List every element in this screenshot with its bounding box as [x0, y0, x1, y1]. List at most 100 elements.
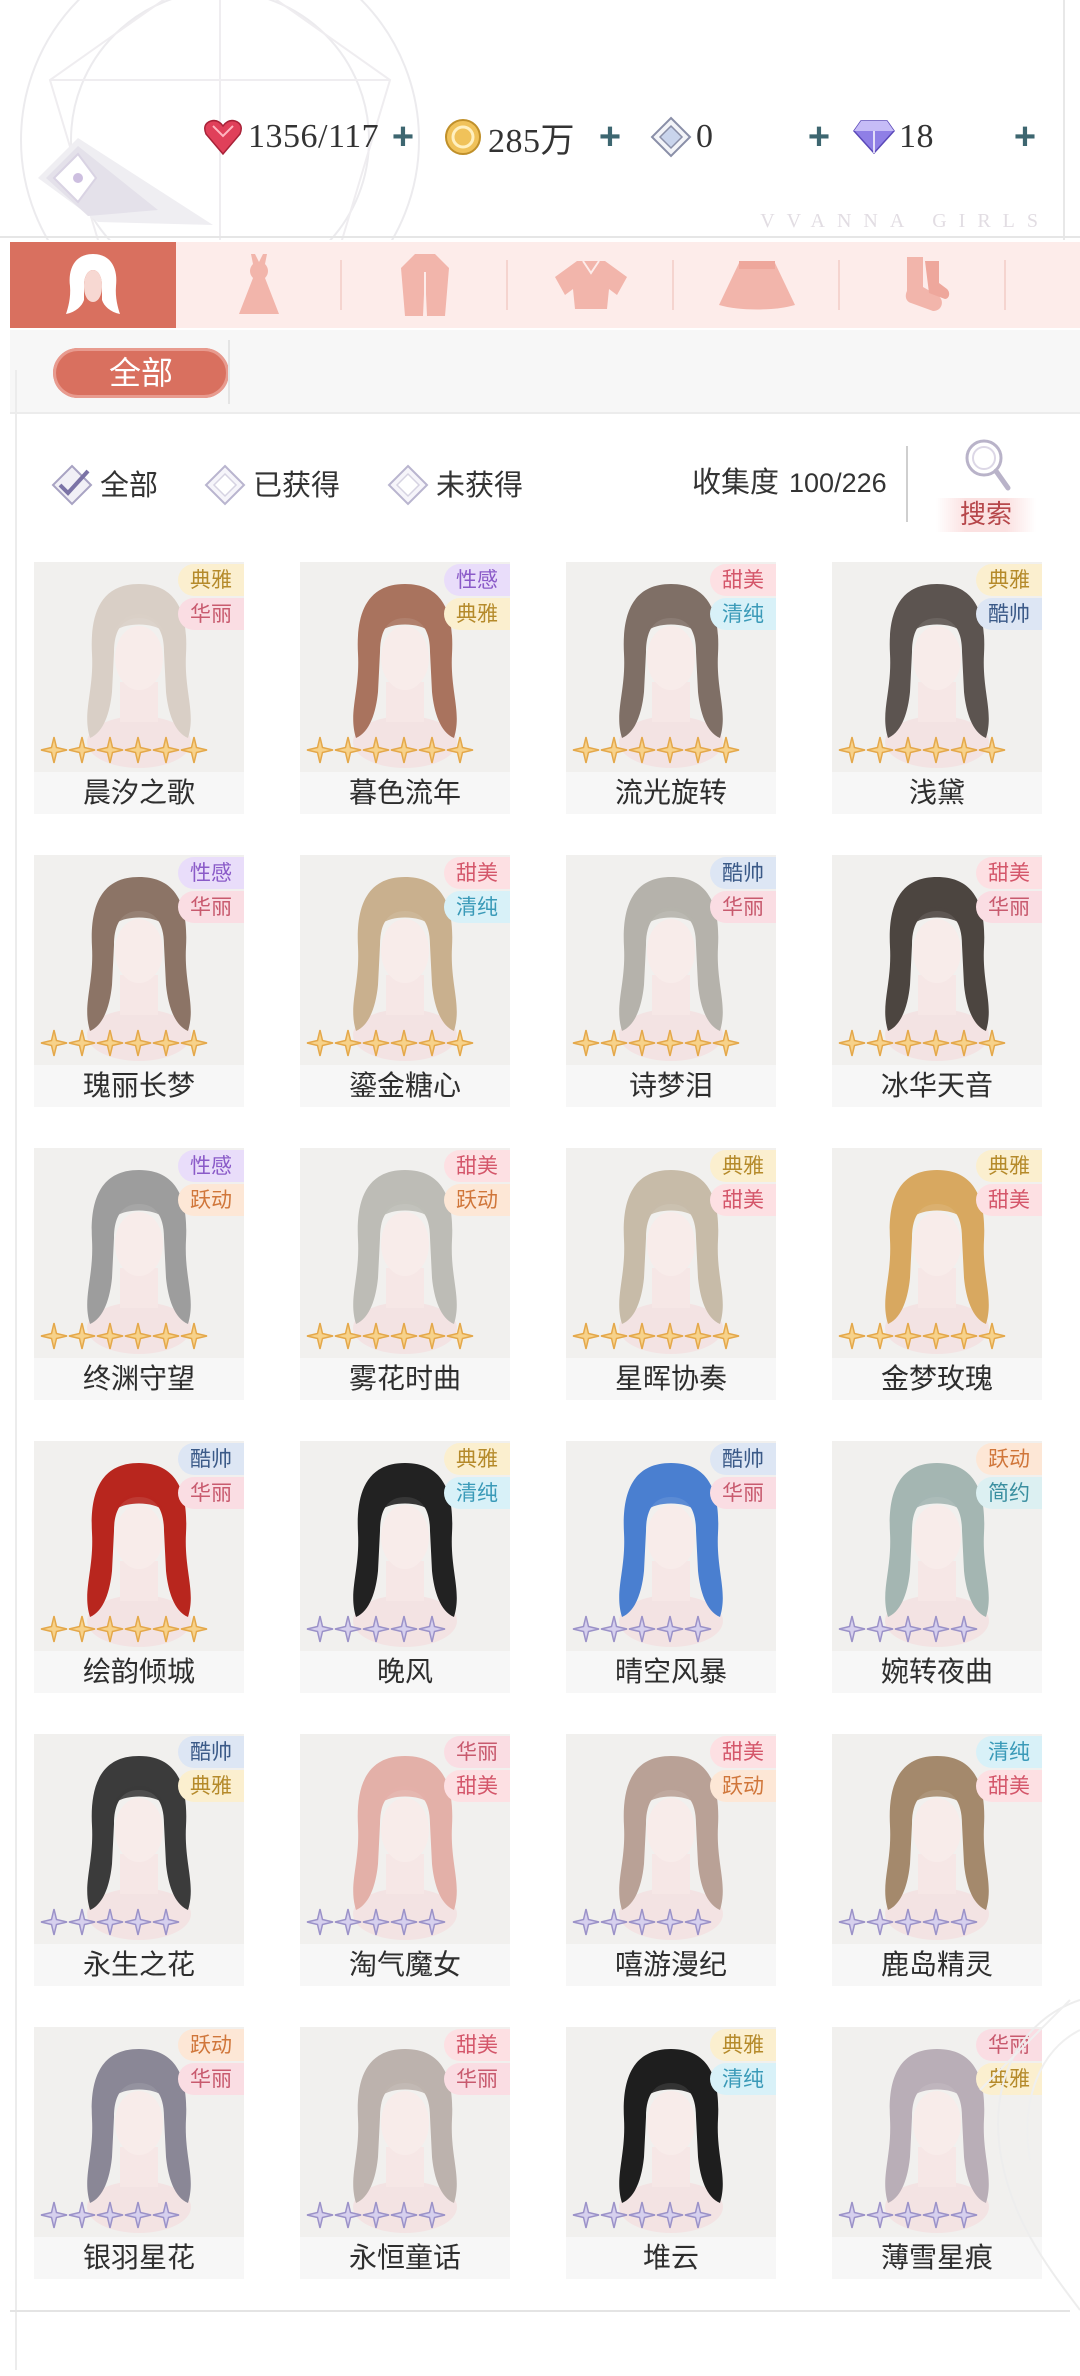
star-icon	[96, 1322, 124, 1350]
filter-owned[interactable]: 已获得	[203, 458, 340, 508]
add-diamond-button[interactable]: +	[1005, 112, 1045, 162]
star-icon	[600, 2201, 628, 2229]
checked-diamond-icon	[50, 463, 93, 506]
hair-item-card[interactable]: 典雅 酷帅 浅黛	[832, 562, 1042, 814]
hair-item-card[interactable]: 跃动 华丽 银羽星花	[34, 2027, 244, 2279]
hair-item-card[interactable]: 酷帅 华丽 晴空风暴	[566, 1441, 776, 1693]
star-icon	[684, 1029, 712, 1057]
style-tag: 甜美	[976, 1184, 1042, 1216]
hair-item-card[interactable]: 典雅 清纯 堆云	[566, 2027, 776, 2279]
hair-item-card[interactable]: 甜美 清纯 流光旋转	[566, 562, 776, 814]
style-tag: 性感	[444, 564, 510, 596]
hair-item-card[interactable]: 性感 跃动 终渊守望	[34, 1148, 244, 1400]
hair-item-card[interactable]: 甜美 清纯 鎏金糖心	[300, 855, 510, 1107]
star-icon	[124, 1615, 152, 1643]
hair-item-card[interactable]: 性感 典雅 暮色流年	[300, 562, 510, 814]
hair-item-card[interactable]: 酷帅 华丽 绘韵倾城	[34, 1441, 244, 1693]
star-icon	[446, 1322, 474, 1350]
style-tag: 性感	[178, 857, 244, 889]
rarity-stars	[40, 1615, 208, 1645]
star-icon	[684, 1615, 712, 1643]
star-icon	[894, 736, 922, 764]
add-heart-gem-button[interactable]: +	[383, 112, 423, 162]
hair-item-name: 鎏金糖心	[300, 1065, 510, 1107]
sub-divider	[228, 340, 230, 404]
star-icon	[124, 736, 152, 764]
star-icon	[306, 2201, 334, 2229]
hair-item-card[interactable]: 典雅 甜美 金梦玫瑰	[832, 1148, 1042, 1400]
star-icon	[684, 736, 712, 764]
filter-unowned[interactable]: 未获得	[386, 458, 523, 508]
star-icon	[40, 1029, 68, 1057]
star-icon	[334, 2201, 362, 2229]
rarity-stars	[306, 2201, 446, 2231]
sub-category-all-button[interactable]: 全部	[53, 348, 229, 398]
star-icon	[684, 1322, 712, 1350]
star-icon	[600, 1908, 628, 1936]
star-icon	[418, 1322, 446, 1350]
star-icon	[866, 2201, 894, 2229]
style-tag: 简约	[976, 1477, 1042, 1509]
style-tag: 清纯	[444, 891, 510, 923]
star-icon	[950, 1029, 978, 1057]
hair-icon	[66, 254, 120, 314]
hair-item-name: 瑰丽长梦	[34, 1065, 244, 1107]
star-icon	[334, 1615, 362, 1643]
star-icon	[40, 1322, 68, 1350]
tab-coat[interactable]	[342, 242, 508, 328]
star-icon	[656, 1322, 684, 1350]
frame-rule	[15, 370, 17, 2370]
filter-all-label: 全部	[100, 470, 159, 502]
add-gold-coin-button[interactable]: +	[590, 112, 630, 162]
tab-dress[interactable]	[176, 242, 342, 328]
back-button[interactable]	[38, 130, 213, 230]
star-icon	[446, 736, 474, 764]
tab-hair[interactable]	[10, 242, 176, 328]
search-button[interactable]: 搜索	[936, 436, 1036, 536]
crystal-value: 0	[696, 118, 714, 155]
add-crystal-button[interactable]: +	[799, 112, 839, 162]
star-icon	[334, 1908, 362, 1936]
hair-item-card[interactable]: 清纯 甜美 鹿岛精灵	[832, 1734, 1042, 1986]
star-icon	[656, 1029, 684, 1057]
star-icon	[152, 1615, 180, 1643]
rarity-stars	[572, 1908, 712, 1938]
rarity-stars	[572, 1322, 740, 1352]
star-icon	[390, 1908, 418, 1936]
hair-item-card[interactable]: 典雅 华丽 晨汐之歌	[34, 562, 244, 814]
hair-item-card[interactable]: 甜美 华丽 冰华天音	[832, 855, 1042, 1107]
star-icon	[390, 1322, 418, 1350]
star-icon	[68, 1908, 96, 1936]
star-icon	[866, 1322, 894, 1350]
star-icon	[40, 736, 68, 764]
hair-item-card[interactable]: 甜美 跃动 雾花时曲	[300, 1148, 510, 1400]
hair-item-card[interactable]: 酷帅 典雅 永生之花	[34, 1734, 244, 1986]
hair-item-card[interactable]: 典雅 清纯 晚风	[300, 1441, 510, 1693]
gold-coin-icon	[442, 116, 484, 158]
tab-socks[interactable]	[840, 242, 1006, 328]
collection-divider	[906, 446, 908, 522]
hair-item-card[interactable]: 甜美 华丽 永恒童话	[300, 2027, 510, 2279]
hair-item-name: 冰华天音	[832, 1065, 1042, 1107]
star-icon	[894, 1029, 922, 1057]
rarity-stars	[838, 1908, 978, 1938]
hair-item-card[interactable]: 酷帅 华丽 诗梦泪	[566, 855, 776, 1107]
filter-all[interactable]: 全部	[50, 458, 158, 508]
hair-item-image: 酷帅 华丽	[34, 1441, 244, 1651]
rarity-stars	[306, 1615, 446, 1645]
hair-item-name: 雾花时曲	[300, 1358, 510, 1400]
star-icon	[362, 2201, 390, 2229]
hair-item-image: 甜美 跃动	[566, 1734, 776, 1944]
tab-skirt[interactable]	[674, 242, 840, 328]
hair-item-card[interactable]: 典雅 甜美 星晖协奏	[566, 1148, 776, 1400]
hair-item-card[interactable]: 性感 华丽 瑰丽长梦	[34, 855, 244, 1107]
hair-item-card[interactable]: 甜美 跃动 嘻游漫纪	[566, 1734, 776, 1986]
hair-item-card[interactable]: 华丽 甜美 淘气魔女	[300, 1734, 510, 1986]
rarity-stars	[838, 736, 1006, 766]
star-icon	[306, 736, 334, 764]
star-icon	[152, 736, 180, 764]
hair-item-name: 流光旋转	[566, 772, 776, 814]
style-tag: 清纯	[710, 2063, 776, 2095]
hair-item-card[interactable]: 跃动 简约 婉转夜曲	[832, 1441, 1042, 1693]
tab-top[interactable]	[508, 242, 674, 328]
